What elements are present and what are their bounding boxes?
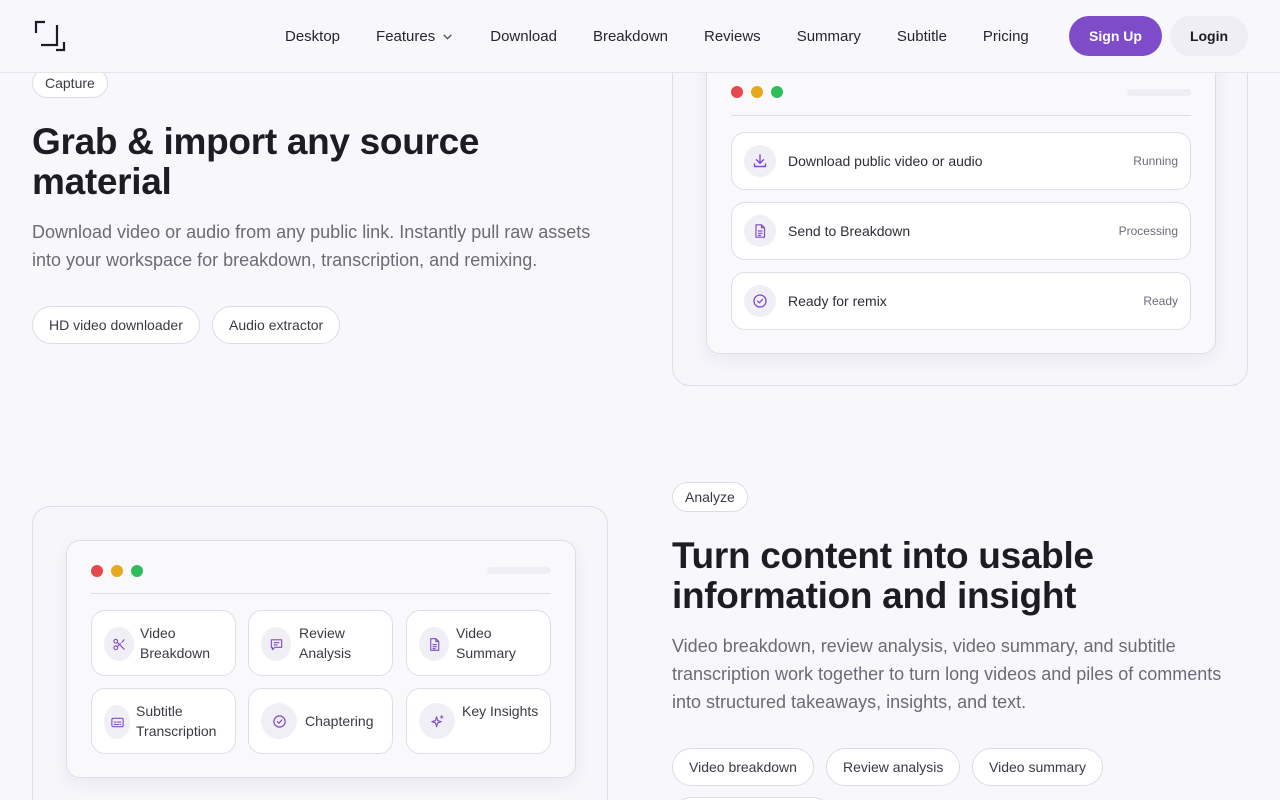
section-tag-analyze: Analyze [672, 482, 748, 512]
nav-label: Pricing [982, 27, 1029, 45]
card-label: Subtitle Transcription [136, 703, 217, 739]
window-maximize-dot [131, 565, 143, 577]
nav-label: Summary [796, 27, 861, 45]
capture-title: Grab & import any source material [32, 121, 480, 202]
check-circle-icon [744, 285, 776, 317]
chat-icon [261, 627, 291, 661]
chip-hd-video-downloader[interactable]: HD video downloader [32, 306, 200, 344]
divider [91, 593, 551, 594]
status-badge: Ready [1143, 294, 1178, 308]
site-header: Desktop Features Download Breakdown Revi… [0, 0, 1280, 73]
scissors-icon [104, 627, 134, 661]
nav-subtitle[interactable]: Subtitle [879, 28, 965, 45]
nav-label: Breakdown [592, 27, 668, 45]
chevron-down-icon [443, 33, 453, 40]
card-label: Video Summary [456, 625, 516, 661]
card-label: Video Breakdown [140, 625, 211, 661]
feature-card-video-breakdown[interactable]: Video Breakdown [91, 610, 236, 676]
card-label: Key Insights [462, 703, 539, 719]
document-icon [744, 215, 776, 247]
step-label: Download public video or audio [788, 153, 983, 169]
status-badge: Processing [1118, 224, 1178, 238]
window-close-dot [731, 86, 743, 98]
nav-label: Download [490, 27, 557, 45]
chip-video-breakdown[interactable]: Video breakdown [672, 748, 814, 786]
window-maximize-dot [771, 86, 783, 98]
chip-audio-extractor[interactable]: Audio extractor [212, 306, 341, 344]
window-minimize-dot [111, 565, 123, 577]
step-label: Ready for remix [788, 293, 887, 309]
analyze-description: Video breakdown, review analysis, video … [672, 636, 1222, 712]
check-circle-icon [261, 703, 297, 739]
signup-button[interactable]: Sign Up [1069, 16, 1162, 56]
card-label: Chaptering [305, 713, 374, 729]
nav-label: Subtitle [896, 27, 947, 45]
app-window: Video Breakdown Review Analysis Video Su… [66, 540, 576, 778]
nav-label: Reviews [704, 27, 761, 45]
window-close-dot [91, 565, 103, 577]
workflow-step[interactable]: Download public video or audio Running [731, 132, 1191, 190]
feature-card-chaptering[interactable]: Chaptering [248, 688, 393, 754]
nav-summary[interactable]: Summary [779, 28, 879, 45]
nav-features[interactable]: Features [358, 28, 472, 45]
app-window: Download public video or audio Running S… [706, 41, 1216, 354]
capture-description: Download video or audio from any public … [32, 222, 591, 270]
window-title-placeholder [487, 567, 551, 574]
step-label: Send to Breakdown [788, 223, 911, 239]
workflow-step[interactable]: Send to Breakdown Processing [731, 202, 1191, 260]
analyze-title: Turn content into usable information and… [672, 535, 1094, 616]
chip-video-summary[interactable]: Video summary [972, 748, 1104, 786]
feature-card-review-analysis[interactable]: Review Analysis [248, 610, 393, 676]
divider [731, 115, 1191, 116]
nav-label: Desktop [285, 27, 341, 45]
login-button[interactable]: Login [1170, 16, 1248, 56]
download-icon [744, 145, 776, 177]
analyze-preview-panel: Video Breakdown Review Analysis Video Su… [32, 506, 608, 800]
workflow-step[interactable]: Ready for remix Ready [731, 272, 1191, 330]
nav-label: Features [376, 27, 436, 45]
document-icon [419, 627, 449, 661]
sparkle-icon [419, 703, 455, 739]
card-label: Review Analysis [299, 625, 352, 661]
nav-breakdown[interactable]: Breakdown [575, 28, 686, 45]
feature-card-key-insights[interactable]: Key Insights [406, 688, 551, 754]
chip-review-analysis[interactable]: Review analysis [826, 748, 961, 786]
capture-preview-panel: Download public video or audio Running S… [672, 40, 1248, 386]
feature-card-subtitle-transcription[interactable]: Subtitle Transcription [91, 688, 236, 754]
feature-card-video-summary[interactable]: Video Summary [406, 610, 551, 676]
nav-desktop[interactable]: Desktop [267, 28, 358, 45]
nav-pricing[interactable]: Pricing [965, 28, 1047, 45]
status-badge: Running [1133, 154, 1178, 168]
subtitle-icon [104, 705, 130, 739]
nav-download[interactable]: Download [472, 28, 575, 45]
main-nav: Desktop Features Download Breakdown Revi… [267, 0, 1047, 72]
nav-reviews[interactable]: Reviews [686, 28, 779, 45]
window-title-placeholder [1127, 89, 1191, 96]
window-minimize-dot [751, 86, 763, 98]
logo-icon[interactable] [33, 19, 67, 53]
